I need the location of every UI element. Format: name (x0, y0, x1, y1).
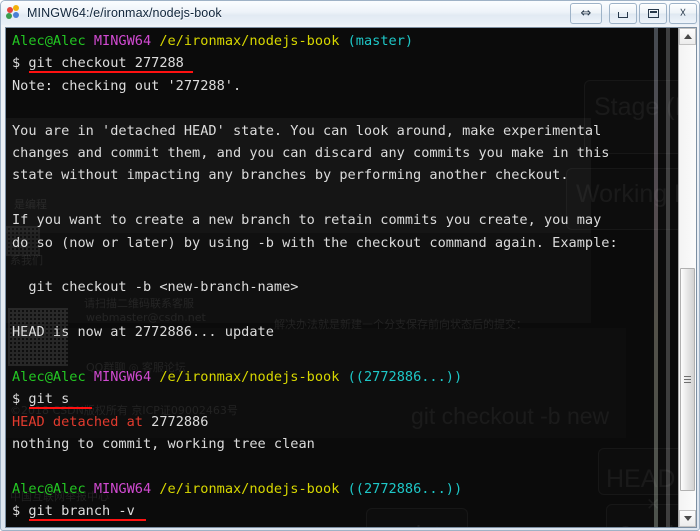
terminal-text: git checkout -b <new-branch-name> (12, 279, 299, 296)
chevron-down-icon (683, 516, 692, 521)
maximize-button[interactable] (639, 3, 667, 24)
terminal-text: HEAD detached at (12, 413, 143, 430)
terminal-text: You are in 'detached HEAD' state. You ca… (12, 122, 602, 139)
git-bash-icon (6, 5, 22, 21)
terminal-text: MINGW64 (93, 368, 152, 385)
terminal-line: do so (now or later) by using -b with th… (12, 232, 674, 254)
terminal-text: /e/ironmax/nodejs-book (159, 368, 340, 385)
terminal-line: $ git branch -v (12, 500, 674, 522)
terminal-text: 2772886 update (241, 526, 364, 527)
terminal-text: /e/ironmax/nodejs-book (159, 33, 340, 49)
scrollbar-thumb[interactable] (680, 268, 695, 492)
terminal-scrollbar[interactable] (678, 28, 696, 527)
minimize-icon (618, 12, 628, 18)
terminal-text: /e/ironmax/nodejs-book (159, 480, 340, 497)
terminal-text: state without impacting any branches by … (12, 167, 569, 184)
title-bar[interactable]: MINGW64:/e/ironmax/nodejs-book ⇔ ☓ (1, 1, 699, 25)
window-controls: ⇔ ☓ (570, 3, 697, 24)
terminal-text: nothing to commit, working tree clean (12, 436, 315, 453)
maximize-icon (647, 9, 659, 18)
terminal-line: $ git checkout 277288 (12, 52, 674, 74)
terminal-screen[interactable]: Stage (Index)Working Directorygit checko… (6, 28, 678, 527)
scroll-up-button[interactable] (679, 28, 696, 45)
terminal-line: state without impacting any branches by … (12, 164, 674, 186)
terminal-line: Alec@Alec MINGW64 /e/ironmax/nodejs-book… (12, 366, 674, 388)
chevron-up-icon (683, 34, 692, 39)
red-underline-annotation (29, 519, 146, 522)
terminal-line: $ git s (12, 388, 674, 410)
terminal-text: Note: checking out '277288'. (12, 77, 242, 94)
terminal-line: nothing to commit, working tree clean (12, 433, 674, 455)
terminal-text: $ git branch -v (12, 503, 135, 520)
close-button[interactable]: ☓ (669, 3, 697, 24)
terminal-text: (master) (347, 33, 414, 49)
terminal-text: do so (now or later) by using -b with th… (12, 234, 618, 251)
terminal-text: ((2772886...)) (347, 480, 463, 497)
terminal-text: Alec@Alec (12, 480, 86, 497)
terminal-text: changes and commit them, and you can dis… (12, 144, 610, 161)
resize-icon: ⇔ (580, 6, 592, 21)
window-title: MINGW64:/e/ironmax/nodejs-book (27, 6, 222, 20)
terminal-text: MINGW64 (93, 33, 152, 49)
terminal-line: Note: checking out '277288'. (12, 75, 674, 97)
terminal-line: git checkout -b <new-branch-name> (12, 276, 674, 298)
terminal-line: Alec@Alec MINGW64 /e/ironmax/nodejs-book… (12, 30, 674, 52)
terminal-text: $ git checkout 277288 (12, 55, 184, 72)
grip-icon (684, 376, 691, 384)
red-underline-annotation (29, 407, 92, 410)
terminal-text: If you want to create a new branch to re… (12, 212, 602, 229)
terminal-text: Alec@Alec (12, 368, 86, 385)
terminal-line: Alec@Alec MINGW64 /e/ironmax/nodejs-book… (12, 478, 674, 500)
terminal-line: If you want to create a new branch to re… (12, 209, 674, 231)
terminal-text: ((2772886...)) (347, 368, 463, 385)
terminal-line: HEAD is now at 2772886... update (12, 321, 674, 343)
terminal-line: * (HEAD detached at 2772886) 2772886 upd… (12, 523, 674, 527)
terminal-window: MINGW64:/e/ironmax/nodejs-book ⇔ ☓ Stage… (0, 0, 700, 531)
terminal-text: HEAD is now at 2772886... update (12, 324, 274, 341)
terminal-text: MINGW64 (93, 480, 152, 497)
terminal-text: 2772886 (142, 413, 209, 430)
minimize-button[interactable] (609, 3, 637, 24)
terminal-text: * (12, 526, 28, 527)
terminal-output: Alec@Alec MINGW64 /e/ironmax/nodejs-book… (12, 30, 674, 527)
scroll-down-button[interactable] (679, 510, 696, 527)
resize-button[interactable]: ⇔ (570, 3, 602, 24)
terminal-text: Alec@Alec (12, 33, 86, 49)
terminal-line: HEAD detached at 2772886 (12, 411, 674, 433)
terminal-line: You are in 'detached HEAD' state. You ca… (12, 120, 674, 142)
red-underline-annotation (29, 71, 193, 74)
close-icon: ☓ (679, 6, 687, 21)
terminal-line: changes and commit them, and you can dis… (12, 142, 674, 164)
terminal-frame: Stage (Index)Working Directorygit checko… (5, 27, 697, 528)
terminal-text: (HEAD detached at 2772886) (28, 526, 241, 527)
terminal-text: $ git s (12, 391, 70, 408)
